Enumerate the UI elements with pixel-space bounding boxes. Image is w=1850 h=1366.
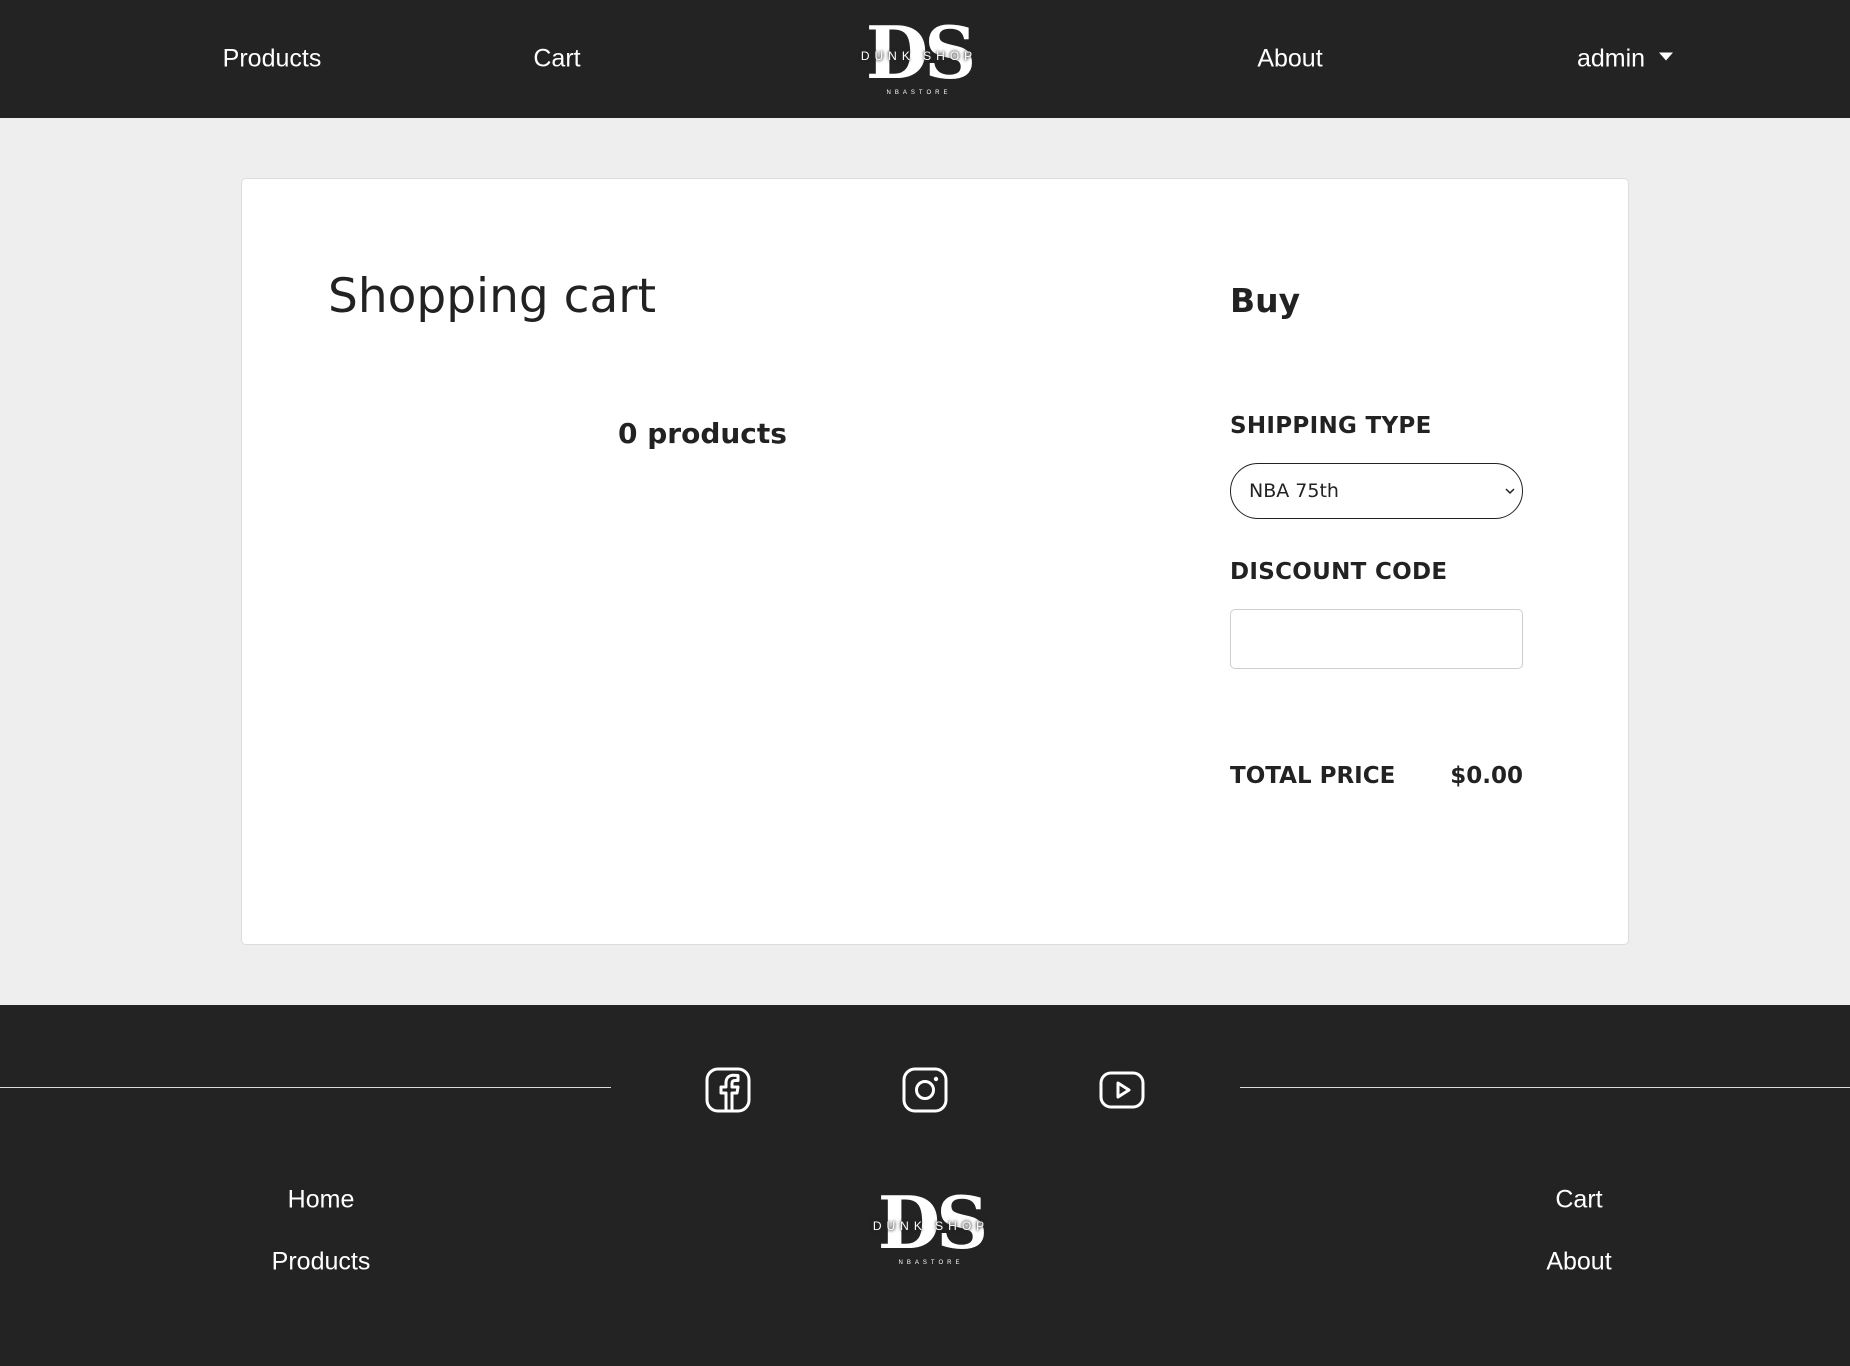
footer-logo-name: DUNK SHOP [872,1219,990,1233]
top-navbar: Products Cart DS DUNK SHOP NBASTORE Abou… [0,0,1850,118]
youtube-icon[interactable] [1099,1067,1145,1113]
instagram-icon[interactable] [902,1067,948,1113]
footer-products-link[interactable]: Products [272,1248,371,1277]
shipping-type-value: NBA 75th [1249,480,1339,502]
footer-about-link[interactable]: About [1546,1248,1611,1277]
footer-divider-right [1240,1087,1850,1088]
page-title: Shopping cart [328,269,657,324]
products-count: 0 products [618,417,787,450]
admin-label: admin [1577,44,1646,73]
footer-logo[interactable]: DS DUNK SHOP NBASTORE [866,1187,996,1272]
footer: Home Products DS DUNK SHOP NBASTORE Cart… [0,1005,1850,1366]
footer-divider-left [0,1087,611,1088]
logo-name: DUNK SHOP [860,49,978,63]
chevron-down-icon [1505,488,1515,495]
shipping-type-select[interactable]: NBA 75th [1230,463,1523,519]
total-price-value: $0.00 [1450,763,1523,789]
footer-logo-tagline: NBASTORE [898,1260,964,1266]
buy-title: Buy [1230,281,1301,320]
admin-dropdown-toggle[interactable]: admin [1577,44,1674,74]
caret-down-icon [1659,52,1674,61]
cart-card: Shopping cart 0 products Buy SHIPPING TY… [241,178,1629,945]
footer-home-link[interactable]: Home [288,1186,355,1215]
discount-code-label: DISCOUNT CODE [1230,559,1448,585]
header-logo[interactable]: DS DUNK SHOP NBASTORE [854,17,984,102]
discount-code-input[interactable] [1230,609,1523,669]
shipping-type-label: SHIPPING TYPE [1230,413,1432,439]
logo-tagline: NBASTORE [886,90,952,96]
nav-cart-link[interactable]: Cart [533,45,580,74]
nav-about-link[interactable]: About [1257,45,1322,74]
footer-cart-link[interactable]: Cart [1555,1186,1602,1215]
facebook-icon[interactable] [705,1067,751,1113]
nav-products-link[interactable]: Products [223,45,322,74]
